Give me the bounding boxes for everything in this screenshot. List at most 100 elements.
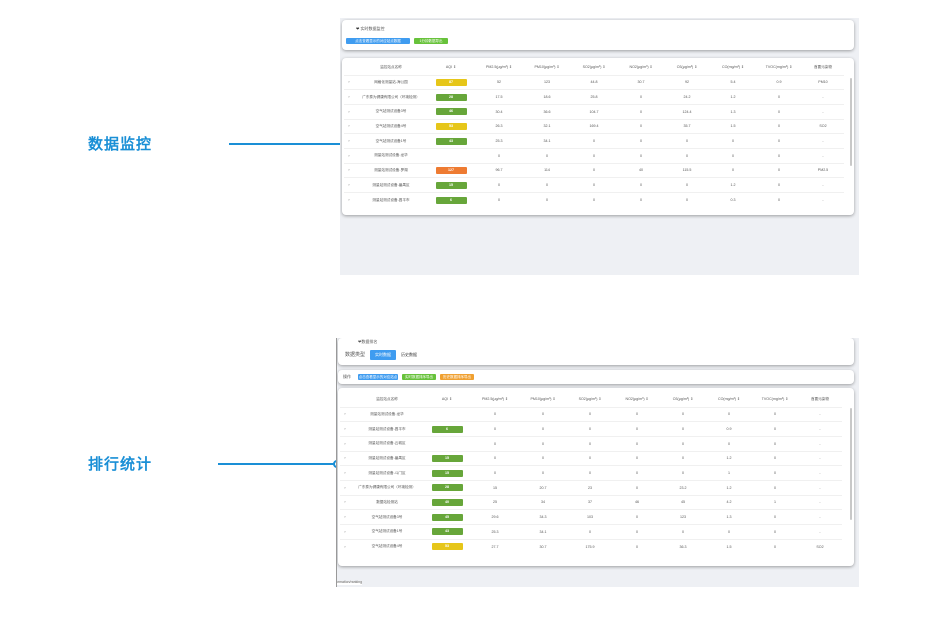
- column-header[interactable]: NO2(μg/m³) ⇕: [618, 60, 664, 75]
- expand-row-icon[interactable]: ›: [344, 89, 354, 105]
- expand-row-icon[interactable]: ›: [340, 406, 350, 422]
- table-row[interactable]: › 测量站测试设备-昌平市 6 0 0 0 0 0 0.3 0-: [344, 192, 844, 208]
- no2-cell: 0: [614, 465, 660, 481]
- table-row[interactable]: › 空气站测试设备3号 46 30.4 36.6 104.7 0 124.4 1.3 0-: [344, 103, 844, 120]
- column-header[interactable]: O3(μg/m³) ⇕: [664, 60, 710, 75]
- primary-cell: -: [798, 450, 842, 466]
- column-header[interactable]: 监控站点名称: [350, 392, 424, 407]
- column-header[interactable]: 监控站点名称: [354, 60, 428, 75]
- expand-row-icon[interactable]: ›: [344, 147, 354, 164]
- pm10-cell: 30.7: [520, 538, 566, 554]
- table-row[interactable]: › 空气站测试设备3号 45 29.6 34.3 103 0 123 1.3 0-: [340, 509, 842, 525]
- table-row[interactable]: › 测量站测试设备-云城区 0 0 0 0 0 0 0-: [340, 435, 842, 452]
- expand-row-icon[interactable]: ›: [344, 118, 354, 134]
- ranking-type-card: ❤数据排名 数据类型 实时数据 历史数据: [338, 338, 854, 365]
- table-row[interactable]: › 测量站测试设备-斗门区 15 0 0 0 0 0 1 0-: [340, 465, 842, 481]
- column-header[interactable]: SO2(μg/m³) ⇕: [566, 392, 614, 407]
- view-site-data-button[interactable]: 点击查看显示的对应站点数据: [346, 38, 410, 44]
- o3-cell: 0: [664, 177, 710, 193]
- site-name-cell: 测量站测试设备-昌平市: [354, 192, 428, 208]
- column-header[interactable]: CO(mg/m³) ⇕: [710, 60, 756, 75]
- site-name-cell: 空气站测试设备1号: [354, 133, 428, 149]
- column-header[interactable]: PM10(μg/m³) ⇕: [520, 392, 566, 407]
- column-header[interactable]: SO2(μg/m³) ⇕: [570, 60, 618, 75]
- expand-row-icon[interactable]: ›: [340, 509, 350, 525]
- table-row[interactable]: › 测量站测试设备-昌平市 6 0 0 0 0 0 0.9 0-: [340, 421, 842, 437]
- column-header[interactable]: AQI ⇕: [428, 60, 474, 75]
- table-row[interactable]: › 数据站检测站 40 25 34 37 46 45 4.2 1-: [340, 494, 842, 510]
- table-row[interactable]: › 测量站测试设备-龙华 0 0 0 0 0 0 0-: [344, 147, 844, 164]
- table-row[interactable]: › 测量站测试设备-番禺区 15 0 0 0 0 0 1.2 0-: [344, 177, 844, 193]
- expand-row-icon[interactable]: ›: [344, 74, 354, 90]
- o3-cell: 45: [660, 494, 706, 510]
- table-row[interactable]: › 测量站测试设备-番禺区 15 0 0 0 0 0 1.2 0-: [340, 450, 842, 466]
- pm25-cell: 0: [470, 465, 520, 481]
- aqi-cell: 46: [428, 103, 474, 120]
- table-row[interactable]: › 空气站测试设备1号 43 25.3 34.1 0 0 0 0 0-: [340, 524, 842, 540]
- no2-cell: 0: [618, 133, 664, 149]
- no2-cell: 0: [614, 509, 660, 525]
- expand-row-icon[interactable]: ›: [340, 450, 350, 466]
- column-header[interactable]: TVOC(mg/m³) ⇕: [756, 60, 802, 75]
- expand-row-icon[interactable]: ›: [340, 435, 350, 452]
- table-row[interactable]: › 广东泰为健康有限公司（环境检测） 28 15 20.7 23 0 23.2 1.2 0-: [340, 479, 842, 496]
- expand-row-icon[interactable]: ›: [340, 524, 350, 540]
- column-header[interactable]: TVOC(mg/m³) ⇕: [752, 392, 798, 407]
- o3-cell: 0: [660, 450, 706, 466]
- so2-cell: 104.7: [570, 103, 618, 120]
- table-row[interactable]: › 空气站测试设备1号 43 25.3 34.1 0 0 0 0 0-: [344, 133, 844, 149]
- primary-cell: -: [798, 465, 842, 481]
- column-header[interactable]: PM2.5(μg/m³) ⇕: [474, 60, 524, 75]
- table-row[interactable]: › 空气站测试设备4号 53 27.7 30.7 175.9 0 36.3 1.5 0 SO2: [340, 538, 842, 554]
- column-header[interactable]: 首要污染物: [798, 392, 842, 407]
- column-header[interactable]: PM10(μg/m³) ⇕: [524, 60, 570, 75]
- expand-row-icon[interactable]: ›: [344, 162, 354, 178]
- expand-row-icon[interactable]: ›: [340, 494, 350, 510]
- co-cell: 1.2: [710, 89, 756, 105]
- expand-row-icon[interactable]: ›: [344, 192, 354, 208]
- table-row[interactable]: › 测量站测试设备-龙华 0 0 0 0 0 0 0-: [340, 406, 842, 422]
- co-cell: 5.4: [710, 74, 756, 90]
- table-row[interactable]: › 网格化测量站-海公园 87 52 123 44.8 30.7 92 5.4 0.9 PM10: [344, 74, 844, 90]
- so2-cell: 23: [566, 479, 614, 496]
- column-header[interactable]: CO(mg/m³) ⇕: [706, 392, 752, 407]
- aqi-cell: [424, 406, 470, 422]
- expand-row-icon[interactable]: ›: [340, 465, 350, 481]
- so2-cell: 0: [570, 192, 618, 208]
- table-row[interactable]: › 测量站测试设备-罗湖 127 96.7 114 0 40 115.5 0 0 PM2.5: [344, 162, 844, 178]
- table-row[interactable]: › 空气站测试设备4号 53 26.3 32.1 169.4 0 35.7 1.5 0 SO2: [344, 118, 844, 134]
- column-header[interactable]: O3(μg/m³) ⇕: [660, 392, 706, 407]
- expand-row-icon[interactable]: ›: [344, 177, 354, 193]
- column-header[interactable]: PM2.5(μg/m³) ⇕: [470, 392, 520, 407]
- expand-row-icon[interactable]: ›: [340, 421, 350, 437]
- primary-cell: -: [798, 509, 842, 525]
- view-site-button[interactable]: 点击查看显示的对应站点: [358, 374, 398, 380]
- table-row[interactable]: › 广东泰为健康有限公司（环境检测） 28 17.5 18.6 25.8 0 24.2 1.2 0…: [344, 89, 844, 105]
- ranking-scrollbar[interactable]: [850, 408, 852, 520]
- site-name-cell: 数据站检测站: [350, 494, 424, 510]
- monitor-table-card: 监控站点名称 AQI ⇕ PM2.5(μg/m³) ⇕ PM10(μg/m³) ⇕ SO…: [342, 58, 854, 215]
- site-name-cell: 广东泰为健康有限公司（环境检测）: [354, 89, 428, 105]
- tvoc-cell: 0: [752, 465, 798, 481]
- column-header[interactable]: 首要污染物: [802, 60, 844, 75]
- column-header[interactable]: NO2(μg/m³) ⇕: [614, 392, 660, 407]
- export-realtime-ranking-button[interactable]: 实时数据排序导出: [402, 374, 436, 380]
- export-minute-data-button[interactable]: 1分钟数据导出: [414, 38, 448, 44]
- aqi-cell: 53: [424, 538, 470, 554]
- tvoc-cell: 0: [756, 192, 802, 208]
- tvoc-cell: 0: [752, 450, 798, 466]
- tab-realtime[interactable]: 实时数据: [370, 350, 396, 360]
- pm25-cell: 17.5: [474, 89, 524, 105]
- tab-history[interactable]: 历史数据: [396, 350, 422, 360]
- monitor-scrollbar[interactable]: [850, 78, 852, 166]
- ranking-ops-card: 操作 点击查看显示的对应站点 实时数据排序导出 历史数据排序导出: [338, 370, 854, 384]
- ranking-table: 监控站点名称 AQI ⇕ PM2.5(μg/m³) ⇕ PM10(μg/m³) ⇕ SO…: [340, 392, 842, 554]
- expand-row-icon[interactable]: ›: [344, 103, 354, 120]
- expand-row-icon[interactable]: ›: [340, 538, 350, 554]
- export-history-ranking-button[interactable]: 历史数据排序导出: [440, 374, 474, 380]
- column-header[interactable]: AQI ⇕: [424, 392, 470, 407]
- expand-row-icon[interactable]: ›: [340, 479, 350, 496]
- expand-row-icon[interactable]: ›: [344, 133, 354, 149]
- aqi-cell: [424, 435, 470, 452]
- tvoc-cell: 0.9: [756, 74, 802, 90]
